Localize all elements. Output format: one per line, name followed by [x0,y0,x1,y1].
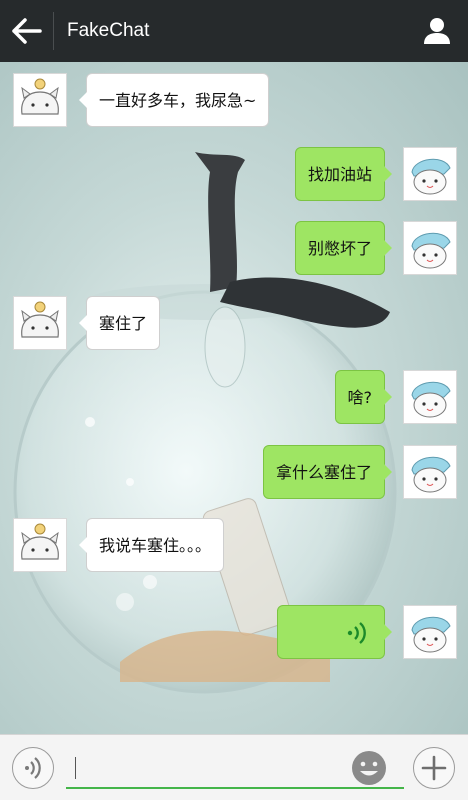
message-bubble[interactable]: 塞住了 [78,296,161,350]
input-bar [0,734,468,800]
cat-avatar-icon [21,301,59,338]
message-bubble[interactable]: 找加油站 [294,147,393,201]
my-avatar[interactable] [403,605,457,659]
my-avatar[interactable] [403,147,457,201]
message-bubble[interactable]: 别憋坏了 [294,221,393,275]
cat-avatar-icon [21,78,59,115]
voice-mode-button[interactable] [12,747,54,789]
back-button[interactable] [10,14,44,48]
voice-wave-icon [347,622,366,644]
add-attachment-button[interactable] [413,747,455,789]
dragon-avatar-icon [411,232,451,269]
chat-info-button[interactable] [420,14,454,48]
title-bar: FakeChat [0,0,468,62]
message-bubble[interactable]: 啥? [334,370,392,424]
message-list[interactable]: 一直好多车，我尿急~ 找加油站 别憋坏了 塞住了 啥? 拿什么塞住了 我说车塞住… [0,62,468,734]
text-caret [75,757,76,779]
message-bubble[interactable]: 一直好多车，我尿急~ [78,73,270,127]
contact-avatar[interactable] [13,73,67,127]
chat-background-image [13,152,397,694]
contact-avatar[interactable] [13,296,67,350]
emoji-button[interactable] [348,747,390,789]
cat-avatar-icon [21,523,59,560]
my-avatar[interactable] [403,370,457,424]
my-avatar[interactable] [403,445,457,499]
chat-title: FakeChat [67,20,150,41]
message-bubble[interactable]: 我说车塞住。。。 [78,518,225,572]
contact-avatar[interactable] [13,518,67,572]
voice-message-bubble[interactable] [277,605,392,659]
plus-icon [421,755,447,781]
voice-mode-icon [25,757,41,779]
dragon-avatar-icon [411,456,451,493]
emoji-icon [352,751,386,785]
dragon-avatar-icon [411,158,451,195]
dragon-avatar-icon [411,616,451,653]
header-divider [53,12,54,50]
my-avatar[interactable] [403,221,457,275]
back-arrow-icon [12,18,42,44]
person-icon [424,18,450,44]
message-bubble[interactable]: 拿什么塞住了 [262,445,393,499]
dragon-avatar-icon [411,381,451,418]
